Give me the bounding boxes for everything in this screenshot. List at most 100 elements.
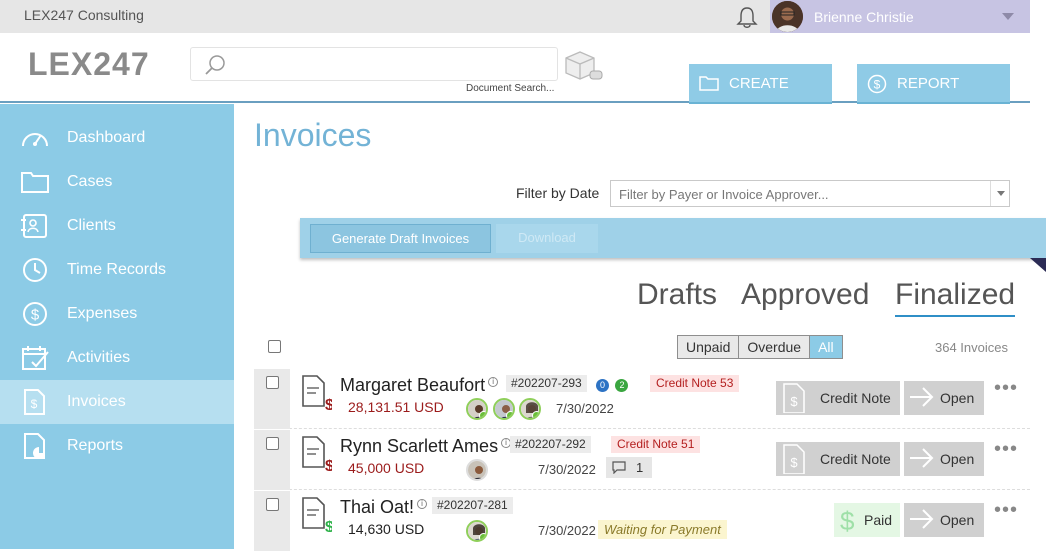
bell-icon[interactable]: [734, 5, 760, 29]
comments-count[interactable]: 1: [606, 457, 652, 478]
count-badge-blue: 0: [596, 379, 609, 392]
sidebar-item-clients[interactable]: Clients: [0, 204, 234, 248]
svg-text:$: $: [31, 397, 38, 411]
status-filter-group: Unpaid Overdue All: [677, 335, 843, 359]
sidebar-item-time-records[interactable]: Time Records: [0, 248, 234, 292]
chevron-down-icon[interactable]: [1002, 13, 1014, 20]
sidebar-item-dashboard[interactable]: Dashboard: [0, 116, 234, 160]
filter-unpaid[interactable]: Unpaid: [678, 336, 740, 358]
row-gutter: [254, 430, 290, 490]
report-asset-button[interactable]: $ REPORT ASSET: [857, 64, 1010, 132]
invoice-number: #202207-293: [506, 375, 587, 392]
credit-note-button[interactable]: $ Credit Note: [776, 381, 900, 415]
tab-drafts[interactable]: Drafts: [637, 278, 717, 312]
more-options-icon[interactable]: •••: [994, 499, 1018, 522]
row-gutter: [254, 491, 290, 551]
filter-by-date-label[interactable]: Filter by Date: [516, 185, 599, 201]
approver-avatar: [466, 520, 488, 542]
dollar-circle-icon: $: [867, 74, 887, 94]
more-options-icon[interactable]: •••: [994, 377, 1018, 400]
invoice-amount: 45,000 USD: [348, 460, 425, 476]
credit-note-badge[interactable]: Credit Note 51: [611, 436, 701, 453]
tab-approved[interactable]: Approved: [741, 278, 869, 312]
invoice-toolbar: Generate Draft Invoices Download: [300, 218, 1046, 258]
credit-note-badge[interactable]: Credit Note 53: [650, 375, 740, 392]
folder-icon: [21, 172, 49, 193]
tab-finalized-label: Finalized: [895, 278, 1016, 311]
select-all-checkbox[interactable]: [268, 340, 281, 353]
invoice-unpaid-icon: $: [302, 436, 332, 471]
calendar-check-icon: [22, 346, 49, 370]
info-icon[interactable]: i: [417, 499, 428, 509]
report-asset-label: REPORT ASSET: [897, 75, 959, 132]
credit-note-label: Credit Note: [820, 390, 891, 406]
filter-all[interactable]: All: [810, 336, 842, 358]
active-tab-underline: [895, 315, 1016, 317]
client-name[interactable]: Rynn Scarlett Ames i: [340, 436, 512, 457]
sidebar-item-invoices[interactable]: $ Invoices: [0, 380, 234, 424]
open-button[interactable]: Open: [904, 442, 984, 476]
client-name[interactable]: Thai Oat! i: [340, 497, 428, 518]
approver-avatar: [466, 459, 488, 481]
generate-draft-invoices-button[interactable]: Generate Draft Invoices: [310, 224, 491, 253]
paid-label: Paid: [864, 512, 893, 528]
paid-button[interactable]: $ Paid: [834, 503, 900, 537]
approver-avatar: [466, 398, 488, 420]
filter-overdue[interactable]: Overdue: [739, 336, 811, 358]
sidebar-item-activities[interactable]: Activities: [0, 336, 234, 380]
app-header: LEX247 Document Search... CREATE CASE $ …: [0, 33, 1030, 132]
user-menu[interactable]: Brienne Christie: [770, 0, 1030, 33]
download-button[interactable]: Download: [496, 224, 598, 253]
row-checkbox[interactable]: [266, 376, 279, 389]
logo[interactable]: LEX247: [28, 46, 152, 90]
gauge-icon: [22, 133, 48, 147]
folder-icon: [699, 76, 719, 91]
svg-text:$: $: [31, 307, 40, 324]
payment-status-badge: Waiting for Payment: [598, 520, 727, 539]
sidebar-item-reports[interactable]: Reports: [0, 424, 234, 468]
invoice-date: 7/30/2022: [538, 523, 596, 538]
credit-note-button[interactable]: $ Credit Note: [776, 442, 900, 476]
invoice-number: #202207-281: [432, 497, 513, 514]
invoice-unpaid-icon: $: [302, 375, 332, 410]
arrow-right-icon: [910, 448, 934, 468]
client-name[interactable]: Margaret Beaufort i: [340, 375, 499, 396]
payer-filter-select[interactable]: Filter by Payer or Invoice Approver...: [610, 180, 1010, 207]
svg-text:$: $: [325, 397, 332, 410]
check-icon: [532, 411, 539, 418]
more-options-icon[interactable]: •••: [994, 438, 1018, 461]
sidebar-item-label: Time Records: [67, 261, 166, 278]
row-checkbox[interactable]: [266, 437, 279, 450]
toolbar-corner: [1030, 258, 1046, 272]
package-icon[interactable]: [562, 49, 604, 83]
create-case-button[interactable]: CREATE CASE: [689, 64, 832, 132]
sidebar-item-label: Activities: [67, 349, 131, 366]
comments-count-value: 1: [636, 460, 644, 475]
sidebar-item-cases[interactable]: Cases: [0, 160, 234, 204]
sidebar-item-label: Cases: [67, 173, 113, 190]
svg-text:$: $: [790, 455, 798, 470]
open-button[interactable]: Open: [904, 503, 984, 537]
credit-note-label: Credit Note: [820, 451, 891, 467]
invoice-icon: $: [24, 389, 45, 415]
client-name-text: Rynn Scarlett Ames: [340, 436, 499, 456]
chevron-down-icon[interactable]: [990, 181, 1009, 206]
row-checkbox[interactable]: [266, 498, 279, 511]
tab-finalized[interactable]: Finalized: [895, 278, 1016, 317]
client-name-text: Thai Oat!: [340, 497, 415, 517]
invoice-number: #202207-292: [510, 436, 591, 453]
contacts-icon: [21, 214, 47, 238]
document-search-input[interactable]: [190, 47, 558, 81]
sidebar-item-expenses[interactable]: $ Expenses: [0, 292, 234, 336]
top-bar: LEX247 Consulting Brienne Christie: [0, 0, 1030, 33]
clock-icon: [23, 258, 47, 282]
page-title: Invoices: [254, 117, 372, 153]
open-button[interactable]: Open: [904, 381, 984, 415]
arrow-right-icon: [910, 509, 934, 529]
info-icon[interactable]: i: [488, 377, 499, 387]
open-label: Open: [940, 512, 975, 528]
svg-text:$: $: [840, 506, 855, 535]
svg-text:LEX247: LEX247: [28, 47, 150, 81]
check-icon: [479, 533, 486, 540]
svg-text:$: $: [325, 519, 332, 532]
